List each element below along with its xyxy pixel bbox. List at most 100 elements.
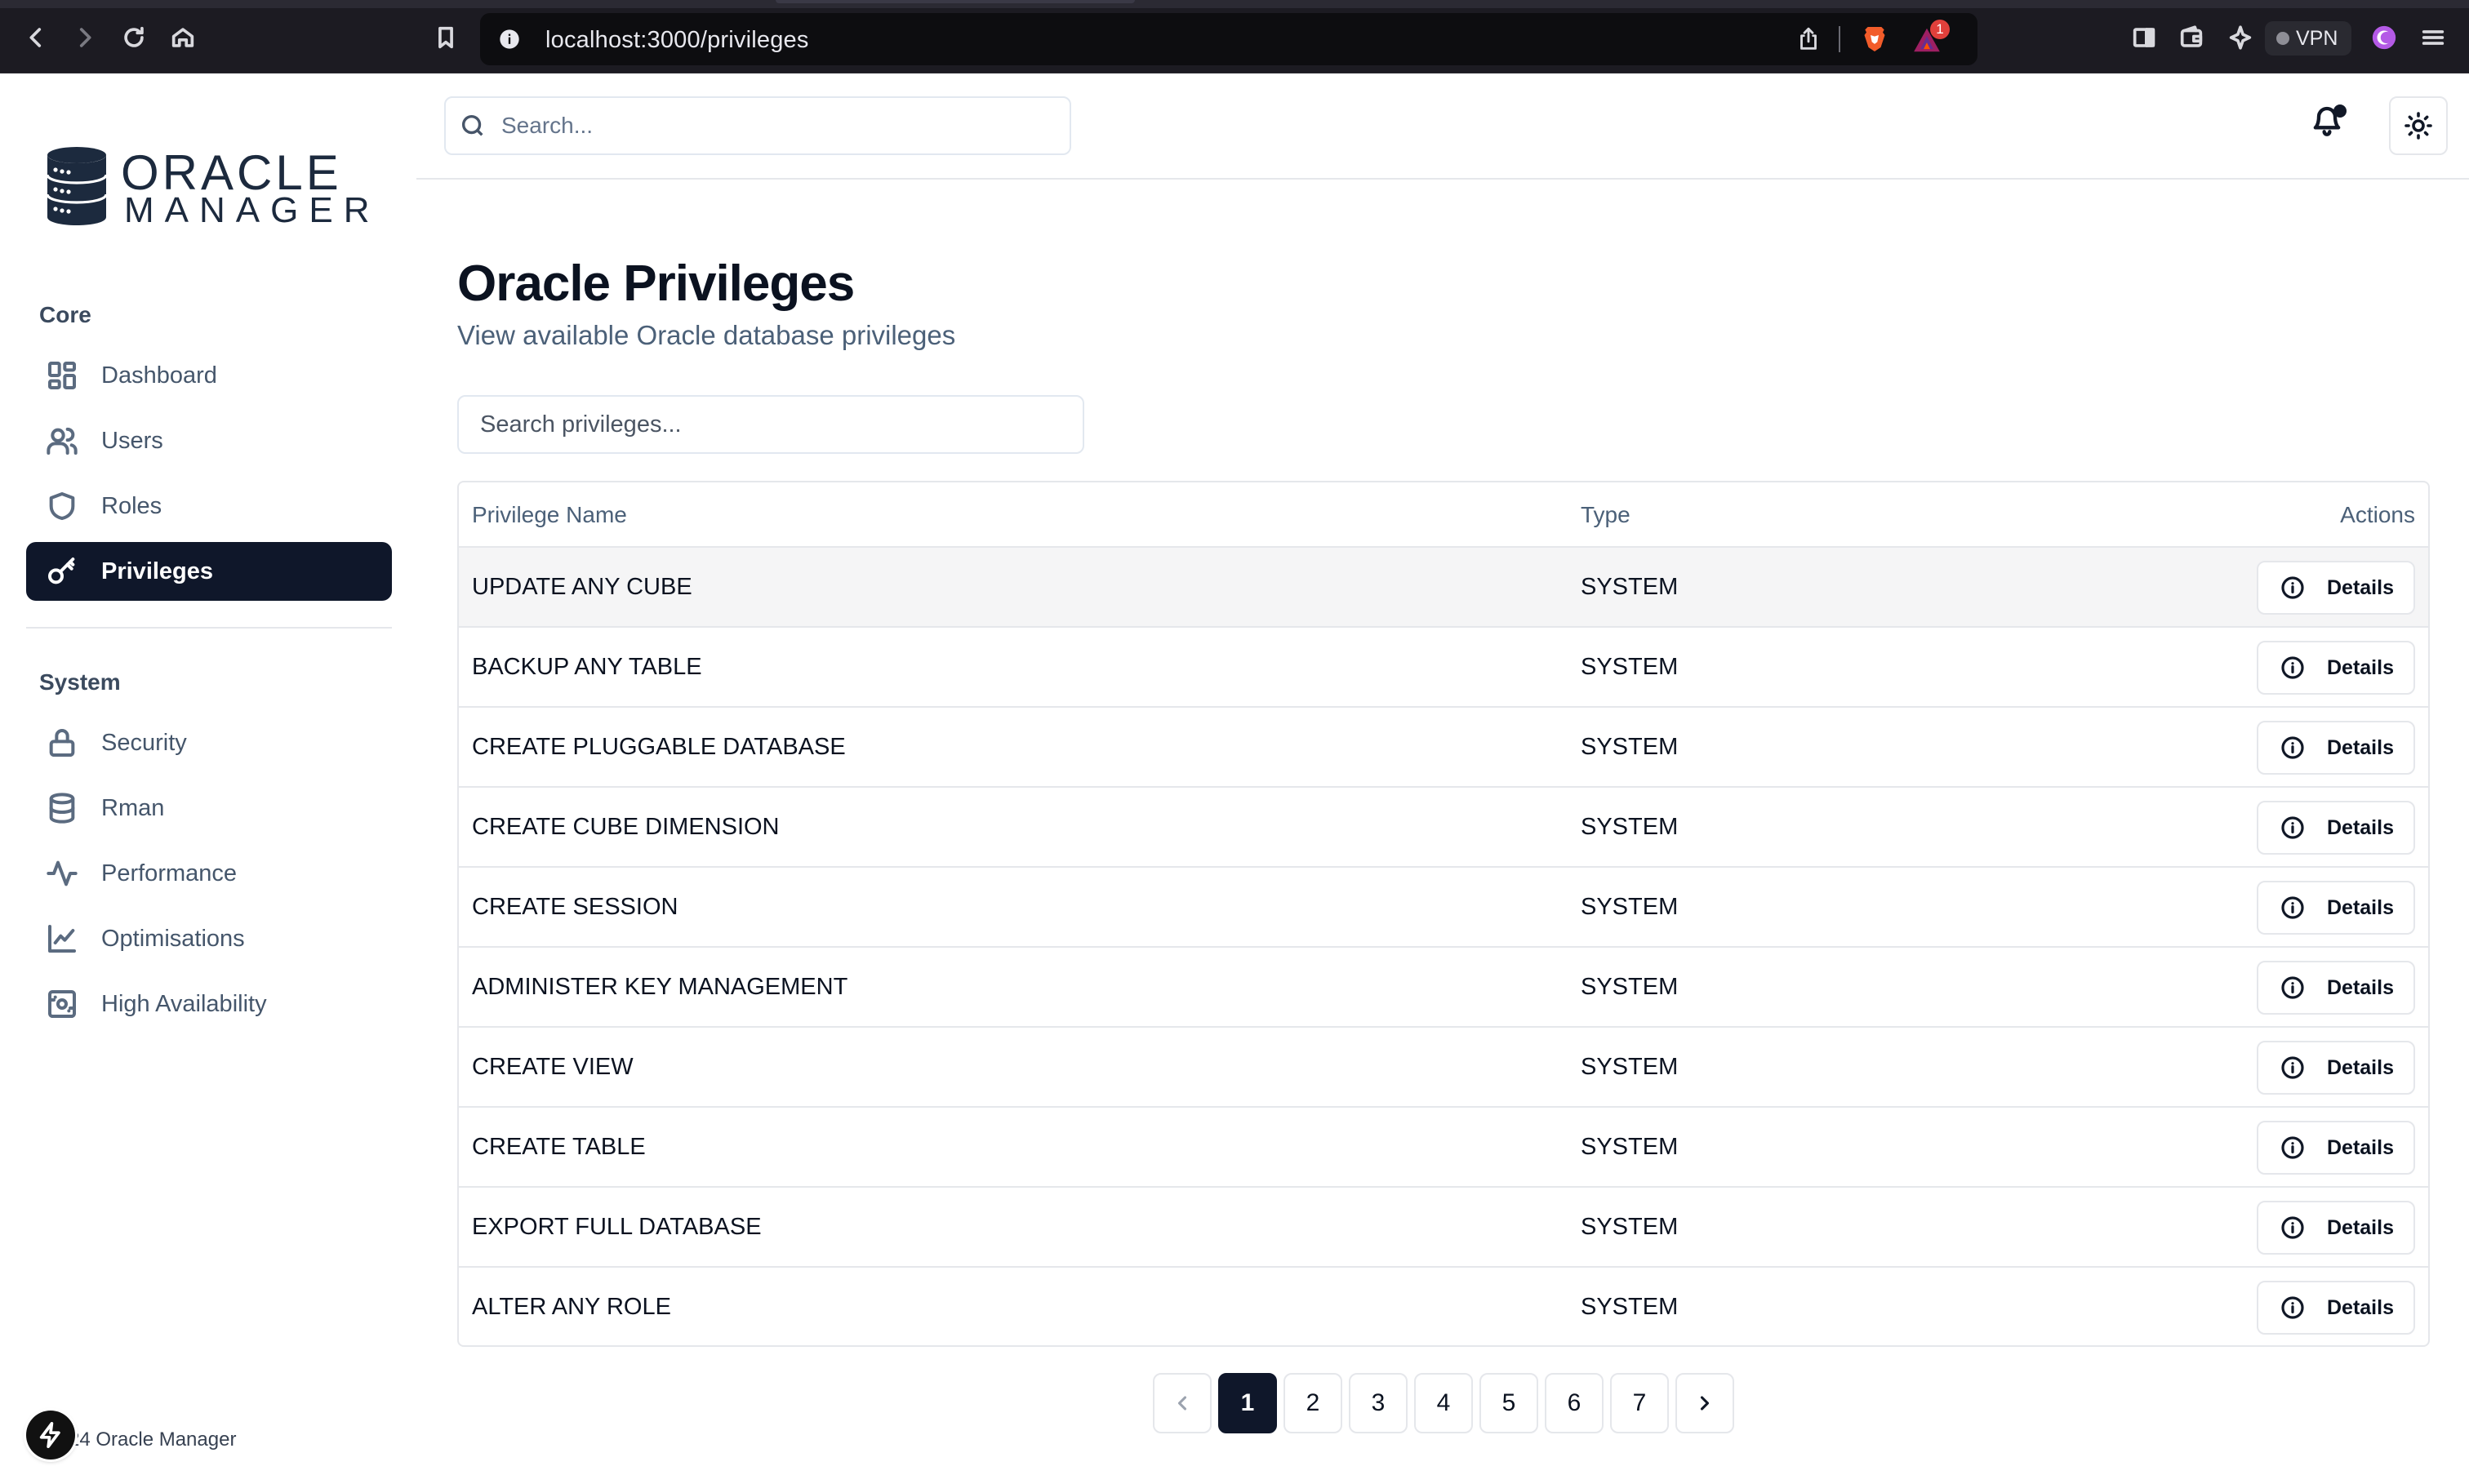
details-button[interactable]: Details (2257, 1121, 2415, 1175)
vpn-label: VPN (2296, 26, 2338, 50)
previous-page-button[interactable] (1153, 1373, 1212, 1433)
url-text[interactable]: localhost:3000/privileges (545, 27, 809, 54)
notifications-button[interactable] (2311, 104, 2351, 145)
details-button[interactable]: Details (2257, 961, 2415, 1015)
menu-icon[interactable] (2417, 21, 2449, 54)
privilege-search[interactable] (457, 395, 1084, 454)
system-section-label: System (39, 669, 121, 695)
privilege-search-input[interactable] (478, 410, 1050, 439)
table-row[interactable]: ADMINISTER KEY MANAGEMENT SYSTEM Details (459, 948, 2428, 1028)
bookmark-icon[interactable] (429, 21, 462, 54)
table-row[interactable]: BACKUP ANY TABLE SYSTEM Details (459, 628, 2428, 708)
details-label: Details (2327, 1215, 2394, 1239)
sidebar-item-users[interactable]: Users (26, 411, 392, 470)
column-header-privilege-name[interactable]: Privilege Name (472, 502, 627, 528)
back-icon[interactable] (20, 21, 52, 54)
sidebar-item-rman[interactable]: Rman (26, 779, 392, 838)
details-button[interactable]: Details (2257, 1281, 2415, 1335)
privilege-type: SYSTEM (1581, 974, 1679, 1000)
dashboard-icon (47, 362, 76, 389)
sidebar-item-performance[interactable]: Performance (26, 844, 392, 903)
privilege-type: SYSTEM (1581, 1054, 1679, 1080)
sidebar-item-label: Performance (101, 860, 238, 886)
privileges-table: Privilege Name Type Actions UPDATE ANY C… (457, 481, 2430, 1347)
info-icon (2281, 896, 2304, 919)
details-button[interactable]: Details (2257, 881, 2415, 935)
info-icon (2281, 976, 2304, 999)
forward-icon[interactable] (69, 21, 101, 54)
privilege-name: CREATE TABLE (472, 1134, 646, 1160)
core-section-label: Core (39, 302, 91, 327)
page-button-5[interactable]: 5 (1479, 1373, 1538, 1433)
sidebar-item-label: High Availability (101, 990, 267, 1017)
sidebar-item-privileges[interactable]: Privileges (26, 542, 392, 601)
details-button[interactable]: Details (2257, 641, 2415, 695)
theme-toggle-button[interactable] (2389, 96, 2448, 155)
vpn-button[interactable]: VPN (2265, 21, 2351, 56)
details-button[interactable]: Details (2257, 801, 2415, 855)
info-icon (2281, 816, 2304, 839)
info-icon (2281, 1056, 2304, 1079)
sidebar-item-label: Security (101, 729, 187, 756)
info-icon (2281, 736, 2304, 759)
page-button-7[interactable]: 7 (1610, 1373, 1669, 1433)
chevron-left-icon (1177, 1396, 1187, 1411)
table-row[interactable]: CREATE TABLE SYSTEM Details (459, 1108, 2428, 1188)
page-button-6[interactable]: 6 (1545, 1373, 1604, 1433)
details-label: Details (2327, 1295, 2394, 1319)
page-button-2[interactable]: 2 (1283, 1373, 1342, 1433)
table-row[interactable]: CREATE SESSION SYSTEM Details (459, 868, 2428, 948)
site-info-icon[interactable] (498, 28, 521, 51)
sidebar-item-roles[interactable]: Roles (26, 477, 392, 535)
sidebar-item-optimisations[interactable]: Optimisations (26, 909, 392, 968)
table-row[interactable]: ALTER ANY ROLE SYSTEM Details (459, 1268, 2428, 1345)
details-label: Details (2327, 815, 2394, 839)
sidebar-item-high-availability[interactable]: High Availability (26, 975, 392, 1033)
privilege-type: SYSTEM (1581, 894, 1679, 920)
table-row[interactable]: CREATE VIEW SYSTEM Details (459, 1028, 2428, 1108)
details-button[interactable]: Details (2257, 561, 2415, 615)
brave-shields-icon[interactable] (1858, 23, 1891, 56)
global-search-input[interactable] (500, 112, 990, 140)
dev-tools-button[interactable] (26, 1411, 75, 1460)
privilege-type: SYSTEM (1581, 574, 1679, 600)
sidebar-item-label: Users (101, 427, 163, 454)
table-row[interactable]: EXPORT FULL DATABASE SYSTEM Details (459, 1188, 2428, 1268)
details-button[interactable]: Details (2257, 721, 2415, 775)
app-logo[interactable]: ORACLE MANAGER (46, 145, 369, 235)
sidebar-item-security[interactable]: Security (26, 713, 392, 772)
database-icon (49, 793, 75, 824)
rewards-badge: 1 (1930, 20, 1950, 39)
details-button[interactable]: Details (2257, 1201, 2415, 1255)
privilege-type: SYSTEM (1581, 1214, 1679, 1240)
page-title: Oracle Privileges (457, 255, 855, 312)
page-button-1[interactable]: 1 (1218, 1373, 1277, 1433)
table-row[interactable]: UPDATE ANY CUBE SYSTEM Details (459, 548, 2428, 628)
address-bar[interactable]: localhost:3000/privileges 1 (480, 13, 1977, 65)
wallet-icon[interactable] (2175, 21, 2208, 54)
privilege-type: SYSTEM (1581, 1294, 1679, 1320)
page-button-4[interactable]: 4 (1414, 1373, 1473, 1433)
table-row[interactable]: CREATE CUBE DIMENSION SYSTEM Details (459, 788, 2428, 868)
browser-toolbar: localhost:3000/privileges 1 VPN (0, 0, 2469, 73)
profile-avatar-icon[interactable] (2368, 21, 2400, 54)
privilege-name: CREATE SESSION (472, 894, 678, 920)
details-button[interactable]: Details (2257, 1041, 2415, 1095)
next-page-button[interactable] (1675, 1373, 1734, 1433)
reload-icon[interactable] (118, 21, 150, 54)
table-row[interactable]: CREATE PLUGGABLE DATABASE SYSTEM Details (459, 708, 2428, 788)
server-cog-icon (48, 990, 76, 1018)
share-icon[interactable] (1795, 25, 1822, 53)
sun-icon (2404, 112, 2432, 140)
top-header (416, 73, 2469, 180)
sidebar-item-dashboard[interactable]: Dashboard (26, 346, 392, 405)
users-icon (47, 427, 78, 455)
privilege-name: CREATE CUBE DIMENSION (472, 814, 780, 840)
sidebar-toggle-icon[interactable] (2128, 21, 2160, 54)
column-header-type[interactable]: Type (1581, 502, 1630, 528)
home-icon[interactable] (167, 21, 199, 54)
global-search[interactable] (444, 96, 1071, 155)
leo-ai-icon[interactable] (2224, 21, 2257, 54)
page-button-3[interactable]: 3 (1349, 1373, 1408, 1433)
sidebar-item-label: Privileges (101, 558, 214, 584)
